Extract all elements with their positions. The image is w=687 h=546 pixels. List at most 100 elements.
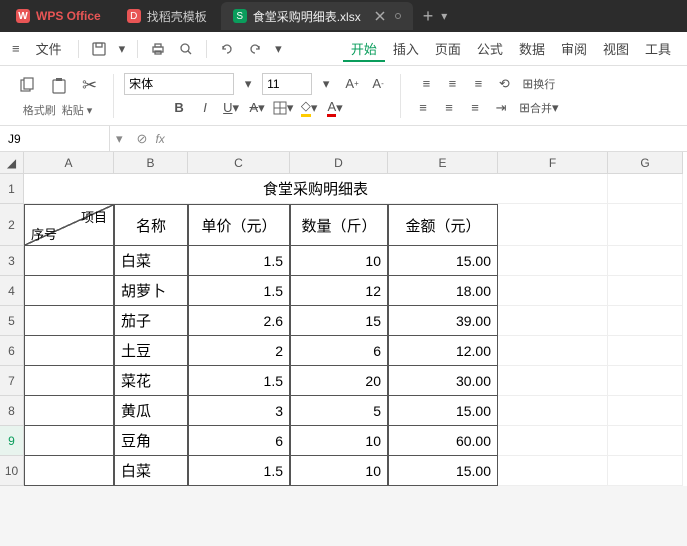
strikethrough-button[interactable]: A ▾ [245,97,269,119]
cell-name[interactable]: 豆角 [114,426,188,456]
cell-amount[interactable]: 15.00 [388,396,498,426]
name-box[interactable] [0,126,110,151]
cell-amount[interactable]: 39.00 [388,306,498,336]
menu-tab[interactable]: 页面 [427,35,469,62]
cell[interactable] [608,366,683,396]
cell[interactable] [498,456,608,486]
font-size-select[interactable] [262,73,312,95]
cell[interactable] [608,336,683,366]
cell[interactable] [498,366,608,396]
decrease-font-icon[interactable]: A- [366,73,390,95]
paste-button[interactable] [44,75,74,97]
tab-wps-home[interactable]: W WPS Office [4,2,113,30]
cell-serial[interactable] [24,276,114,306]
row-header[interactable]: 9 [0,426,24,456]
align-right-icon[interactable]: ≡ [463,97,487,119]
row-header[interactable]: 3 [0,246,24,276]
cell-name[interactable]: 胡萝卜 [114,276,188,306]
row-header[interactable]: 10 [0,456,24,486]
cell-qty[interactable]: 5 [290,396,388,426]
cell-price[interactable]: 3 [188,396,290,426]
cell[interactable] [608,306,683,336]
cell-price[interactable]: 2.6 [188,306,290,336]
cell-serial[interactable] [24,426,114,456]
select-all-corner[interactable]: ◢ [0,152,24,174]
cell-name[interactable]: 菜花 [114,366,188,396]
cell[interactable] [498,246,608,276]
cell-qty[interactable]: 10 [290,456,388,486]
fill-color-button[interactable]: ◇ ▾ [297,97,321,119]
new-tab-button[interactable]: + [423,6,434,27]
cell-serial[interactable] [24,396,114,426]
cell-serial[interactable] [24,366,114,396]
font-dropdown-icon[interactable]: ▾ [236,73,260,95]
cell[interactable] [608,276,683,306]
column-header[interactable]: A [24,152,114,174]
column-header[interactable]: D [290,152,388,174]
cell[interactable] [498,336,608,366]
size-dropdown-icon[interactable]: ▾ [314,73,338,95]
cell-price[interactable]: 2 [188,336,290,366]
cell-amount[interactable]: 30.00 [388,366,498,396]
cell-qty[interactable]: 12 [290,276,388,306]
tab-current-file[interactable]: S 食堂采购明细表.xlsx [221,2,413,30]
cell-name[interactable]: 茄子 [114,306,188,336]
border-button[interactable]: ▾ [271,97,295,119]
cell-price[interactable]: 1.5 [188,276,290,306]
cell-qty[interactable]: 15 [290,306,388,336]
align-left-icon[interactable]: ≡ [411,97,435,119]
cut-button[interactable]: ✂ [76,73,103,98]
cell-qty[interactable]: 6 [290,336,388,366]
cell[interactable] [498,204,608,246]
tab-template[interactable]: D 找稻壳模板 [115,2,219,30]
redo-icon[interactable] [243,37,267,61]
row-header[interactable]: 1 [0,174,24,204]
cell-price[interactable]: 6 [188,426,290,456]
undo-icon[interactable] [215,37,239,61]
align-middle-icon[interactable]: ≡ [440,73,464,95]
increase-font-icon[interactable]: A+ [340,73,364,95]
cell[interactable] [498,426,608,456]
cell-amount[interactable]: 18.00 [388,276,498,306]
cell-name[interactable]: 土豆 [114,336,188,366]
cell-amount[interactable]: 15.00 [388,246,498,276]
cell-qty[interactable]: 10 [290,246,388,276]
cell[interactable] [608,246,683,276]
menu-tab[interactable]: 公式 [469,35,511,62]
row-header[interactable]: 8 [0,396,24,426]
column-header[interactable]: C [188,152,290,174]
cell-name[interactable]: 白菜 [114,456,188,486]
cell[interactable] [498,276,608,306]
font-name-select[interactable] [124,73,234,95]
menu-tab[interactable]: 插入 [385,35,427,62]
menu-tab[interactable]: 工具 [637,35,679,62]
row-header[interactable]: 4 [0,276,24,306]
tab-menu-dropdown[interactable]: ▾ [441,9,447,23]
save-dropdown-icon[interactable]: ▾ [115,37,130,61]
cell[interactable] [498,396,608,426]
format-painter-label[interactable]: 格式刷 [23,102,56,118]
cell-amount[interactable]: 15.00 [388,456,498,486]
row-header[interactable]: 6 [0,336,24,366]
cancel-icon[interactable]: ⊘ [137,131,148,147]
bold-button[interactable]: B [167,97,191,119]
save-icon[interactable] [87,37,111,61]
align-bottom-icon[interactable]: ≡ [466,73,490,95]
cell[interactable] [498,306,608,336]
align-top-icon[interactable]: ≡ [414,73,438,95]
cell-serial[interactable] [24,336,114,366]
cell[interactable] [608,204,683,246]
file-menu[interactable]: 文件 [28,35,70,62]
italic-button[interactable]: I [193,97,217,119]
paste-label[interactable]: 粘贴 ▾ [62,102,93,118]
column-header[interactable]: G [608,152,683,174]
cell-amount[interactable]: 12.00 [388,336,498,366]
column-header[interactable]: B [114,152,188,174]
row-header[interactable]: 7 [0,366,24,396]
redo-dropdown-icon[interactable]: ▾ [271,37,286,61]
cell-serial[interactable] [24,306,114,336]
print-icon[interactable] [146,37,170,61]
cell-price[interactable]: 1.5 [188,246,290,276]
print-preview-icon[interactable] [174,37,198,61]
cell-name[interactable]: 白菜 [114,246,188,276]
